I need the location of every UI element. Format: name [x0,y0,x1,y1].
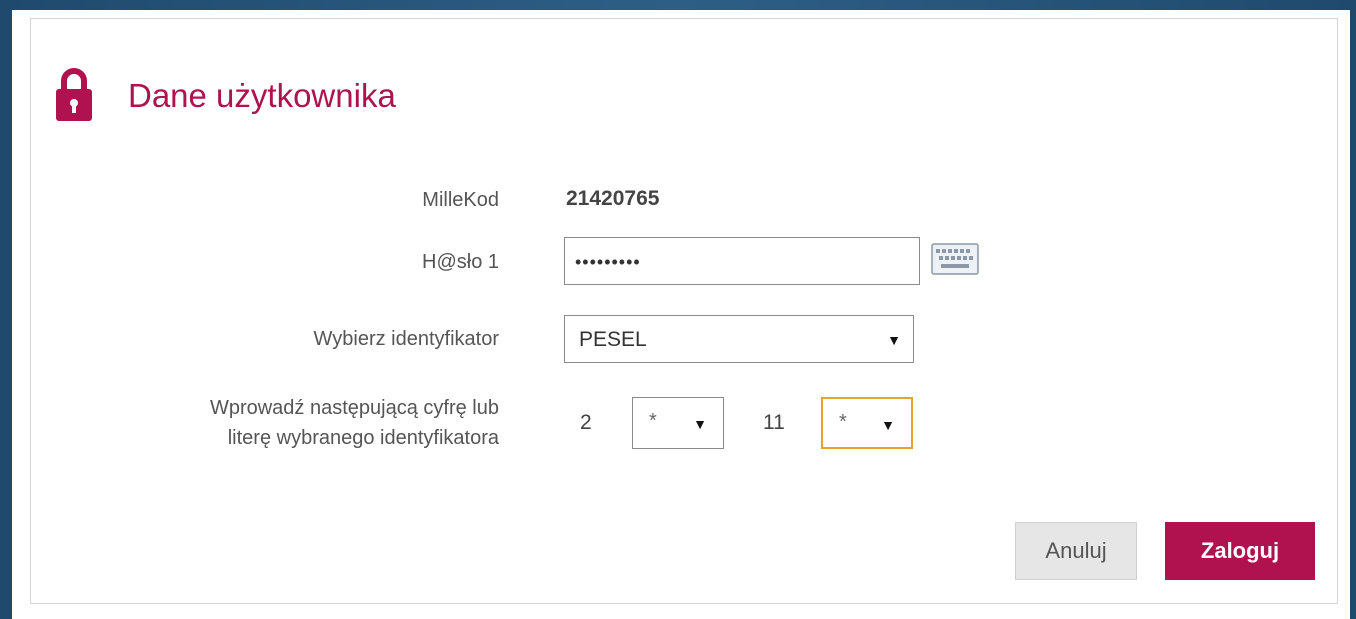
digit-instruction-line-2: literę wybranego identyfikatora [227,427,499,449]
millekod-value: 21420765 [566,187,660,210]
first-digit-position: 2 [580,411,592,434]
identifier-select[interactable]: PESEL ▼ [564,315,914,363]
identifier-selected-value: PESEL [579,328,647,351]
cancel-button[interactable]: Anuluj [1015,522,1137,580]
chevron-down-icon: ▼ [693,416,707,432]
keyboard-icon[interactable] [931,243,979,275]
digit-instruction-label: Wprowadź następującą cyfrę lub literę wy… [210,393,499,453]
password-label: H@sło 1 [422,251,499,273]
password-field[interactable]: ••••••••• [564,237,920,285]
millekod-label: MilleKod [422,189,499,211]
lock-icon [56,68,92,121]
second-digit-value: * [839,411,847,433]
digit-instruction-line-1: Wprowadź następującą cyfrę lub [209,397,499,419]
user-data-box: Dane użytkownika MilleKod 21420765 H@sło… [30,18,1338,604]
login-button[interactable]: Zaloguj [1165,522,1315,580]
login-panel: Dane użytkownika MilleKod 21420765 H@sło… [12,10,1350,619]
second-digit-select[interactable]: * ▼ [821,397,913,449]
chevron-down-icon: ▼ [887,332,901,348]
second-digit-position: 11 [763,411,785,434]
first-digit-value: * [649,410,657,432]
page-title: Dane użytkownika [128,77,396,114]
identifier-label: Wybierz identyfikator [313,328,499,350]
chevron-down-icon: ▼ [881,417,895,433]
first-digit-select[interactable]: * ▼ [632,397,724,449]
